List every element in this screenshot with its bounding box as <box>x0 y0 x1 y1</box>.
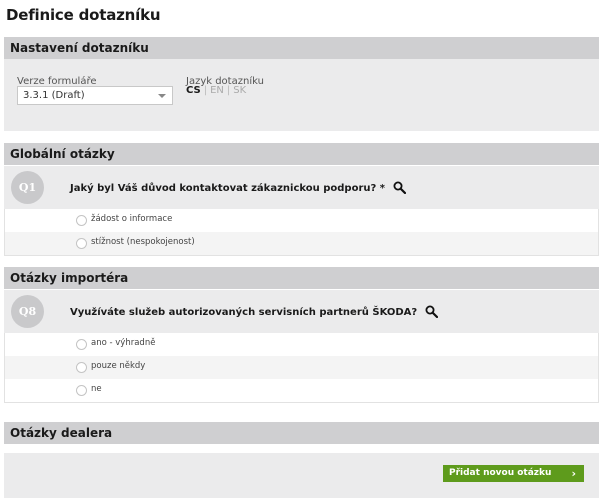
question-badge: Q8 <box>11 295 44 328</box>
magnifier-icon[interactable] <box>393 181 406 194</box>
language-option-cs[interactable]: CS <box>186 85 201 96</box>
global-questions-header: Globální otázky <box>4 143 599 165</box>
version-select[interactable]: 3.3.1 (Draft) <box>17 86 173 105</box>
question-text: Využíváte služeb autorizovaných servisní… <box>70 305 438 318</box>
option-row[interactable]: ne <box>4 379 599 403</box>
importer-questions-header: Otázky importéra <box>4 267 599 289</box>
dealer-questions-header: Otázky dealera <box>4 422 599 444</box>
option-row[interactable]: ano - výhradně <box>4 333 599 356</box>
language-switcher: CS | EN | SK <box>186 85 246 96</box>
option-label: žádost o informace <box>91 214 173 224</box>
radio-button[interactable] <box>76 339 87 350</box>
question-text: Jaký byl Váš důvod kontaktovat zákaznick… <box>70 181 406 194</box>
question-q8: Q8 Využíváte služeb autorizovaných servi… <box>4 290 599 333</box>
settings-panel: Verze formuláře 3.3.1 (Draft) Jazyk dota… <box>4 59 599 131</box>
magnifier-icon[interactable] <box>425 305 438 318</box>
option-label: pouze někdy <box>91 361 146 371</box>
option-row[interactable]: stížnost (nespokojenost) <box>4 232 599 256</box>
language-option-sk[interactable]: SK <box>233 85 246 96</box>
language-option-en[interactable]: EN <box>210 85 224 96</box>
option-label: stížnost (nespokojenost) <box>91 237 195 247</box>
add-question-label: Přidat novou otázku <box>449 468 552 478</box>
dealer-panel: Přidat novou otázku › <box>4 453 599 498</box>
language-separator: | <box>226 85 231 96</box>
version-select-value: 3.3.1 (Draft) <box>23 90 85 101</box>
radio-button[interactable] <box>76 238 87 249</box>
language-separator: | <box>203 85 208 96</box>
caret-down-icon <box>158 94 166 98</box>
question-text-label: Využíváte služeb autorizovaných servisní… <box>70 307 418 318</box>
question-text-label: Jaký byl Váš důvod kontaktovat zákaznick… <box>70 183 386 194</box>
settings-section-header: Nastavení dotazníku <box>4 37 599 59</box>
chevron-right-icon: › <box>571 467 576 480</box>
option-row[interactable]: pouze někdy <box>4 356 599 379</box>
question-badge: Q1 <box>11 171 44 204</box>
add-question-button[interactable]: Přidat novou otázku › <box>443 465 584 482</box>
radio-button[interactable] <box>76 215 87 226</box>
option-row[interactable]: žádost o informace <box>4 209 599 232</box>
option-label: ne <box>91 384 102 394</box>
radio-button[interactable] <box>76 362 87 373</box>
question-q1: Q1 Jaký byl Váš důvod kontaktovat zákazn… <box>4 166 599 209</box>
option-label: ano - výhradně <box>91 338 156 348</box>
page-title: Definice dotazníku <box>6 6 161 24</box>
radio-button[interactable] <box>76 385 87 396</box>
